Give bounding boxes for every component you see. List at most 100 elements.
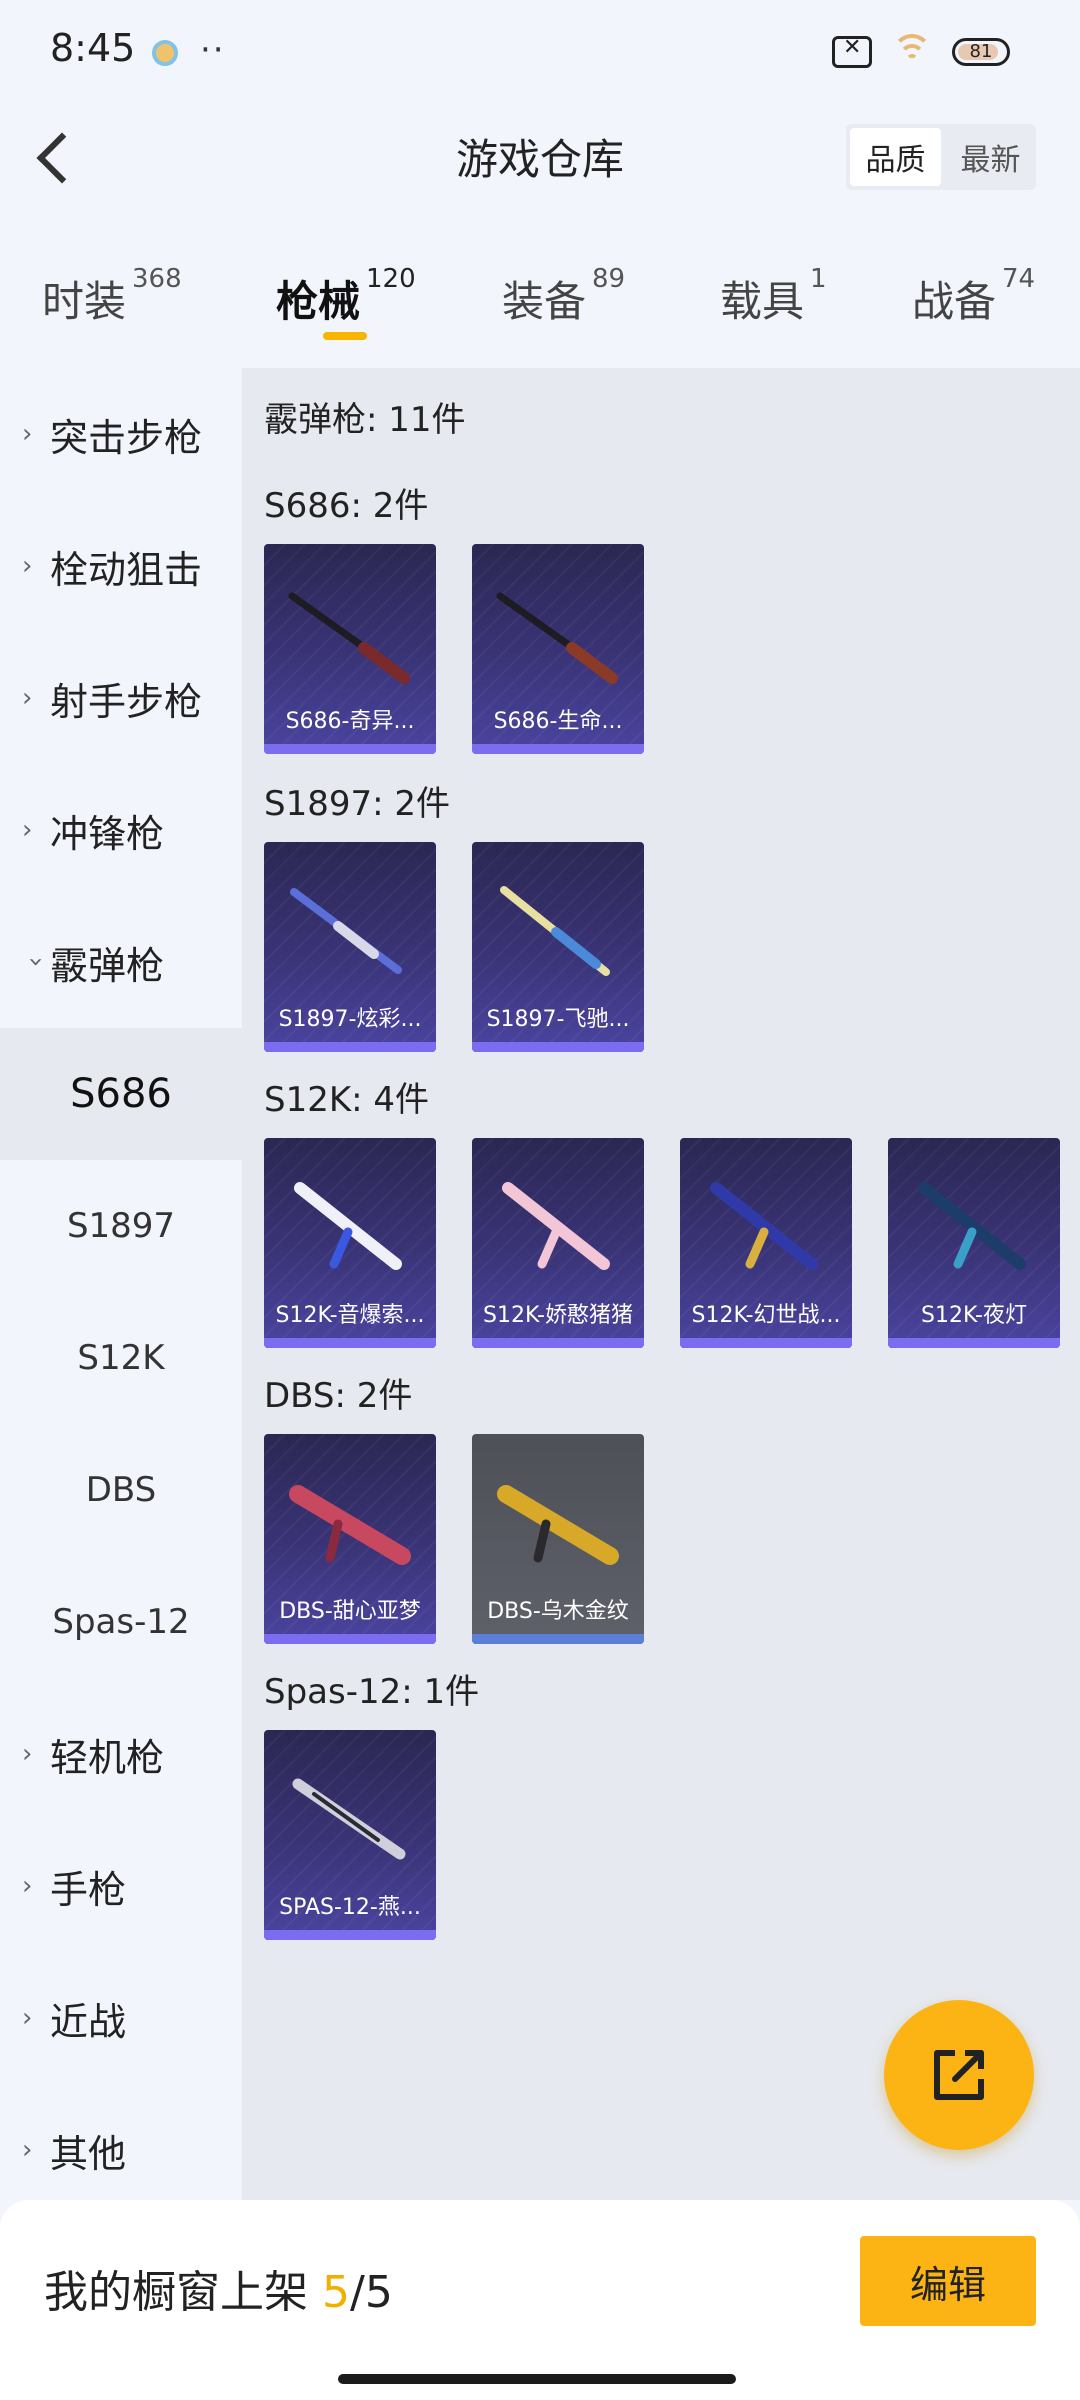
item-name: DBS-甜心亚梦 (279, 1599, 421, 1624)
tab-count: 1 (810, 264, 827, 294)
item-card[interactable]: DBS-甜心亚梦 (264, 1434, 436, 1644)
tab-vehicles[interactable]: 载具 1 (720, 264, 827, 329)
share-button[interactable] (884, 2000, 1034, 2150)
home-indicator[interactable] (338, 2374, 736, 2384)
tab-label: 装备 (502, 277, 587, 326)
shotgun-icon (502, 1182, 610, 1270)
group-title: S686: 2件 (264, 486, 429, 526)
item-name: S12K-音爆索... (275, 1303, 425, 1328)
header: 游戏仓库 品质 最新 (0, 100, 1080, 212)
sim-off-icon (832, 35, 872, 68)
category-title: 霰弹枪: 11件 (264, 400, 466, 440)
shotgun-icon (289, 1485, 411, 1565)
chevron-right-icon: › (22, 2135, 33, 2165)
tab-supplies[interactable]: 战备 74 (912, 264, 1035, 329)
item-card[interactable]: S12K-幻世战... (680, 1138, 852, 1348)
item-name: S12K-夜灯 (920, 1303, 1027, 1328)
shotgun-icon (288, 592, 410, 684)
tab-count: 74 (1002, 264, 1036, 294)
sidebar-sub-s686[interactable]: S686 (0, 1028, 242, 1160)
sort-quality-button[interactable]: 品质 (850, 128, 941, 186)
shotgun-icon (292, 1778, 406, 1860)
item-card[interactable]: DBS-乌木金纹 (472, 1434, 644, 1644)
sidebar-sub-s12k[interactable]: S12K (0, 1292, 242, 1424)
item-name: S686-生命... (493, 709, 623, 734)
sidebar-item-label: 突击步枪 (50, 415, 203, 460)
sidebar-sub-s1897[interactable]: S1897 (0, 1160, 242, 1292)
item-card[interactable]: S686-奇异... (264, 544, 436, 754)
sort-newest-button[interactable]: 最新 (945, 124, 1036, 190)
sidebar-item-pistol[interactable]: › 手枪 (0, 1820, 242, 1952)
sort-toggle: 品质 最新 (846, 124, 1036, 190)
sidebar-item-label: 其他 (50, 2131, 127, 2176)
category-tabs: 时装 368 枪械 120 装备 89 载具 1 战备 74 (0, 240, 1080, 350)
active-tab-indicator (323, 332, 367, 340)
item-name: S1897-飞驰... (486, 1007, 630, 1032)
sidebar-item-smg[interactable]: › 冲锋枪 (0, 764, 242, 896)
battery-level: 81 (969, 41, 993, 62)
showcase-count: 5 (322, 2267, 350, 2318)
shotgun-icon (918, 1182, 1026, 1270)
group-title: S1897: 2件 (264, 784, 451, 824)
external-link-icon (934, 2050, 984, 2100)
showcase-label: 我的橱窗上架 (44, 2267, 308, 2318)
tab-count: 120 (366, 264, 416, 294)
shotgun-icon (497, 1485, 619, 1565)
sidebar-item-label: 近战 (50, 1999, 127, 2044)
item-card[interactable]: S12K-音爆索... (264, 1138, 436, 1348)
shotgun-icon (500, 886, 610, 976)
group-title: Spas-12: 1件 (264, 1672, 480, 1712)
edit-button[interactable]: 编辑 (860, 2236, 1036, 2326)
item-card[interactable]: S12K-娇憨猪猪 (472, 1138, 644, 1348)
item-card[interactable]: SPAS-12-燕... (264, 1730, 436, 1940)
sidebar: › 突击步枪 › 栓动狙击 › 射手步枪 › 冲锋枪 › 霰弹枪 S686 S1897 S… (0, 368, 242, 2200)
chevron-right-icon: › (22, 1871, 33, 1901)
tab-label: 时装 (42, 277, 127, 326)
item-card[interactable]: S686-生命... (472, 544, 644, 754)
tab-equipment[interactable]: 装备 89 (502, 264, 625, 329)
chevron-right-icon: › (22, 815, 33, 845)
more-notifications-icon: ·· (200, 30, 226, 70)
chevron-right-icon: › (22, 1739, 33, 1769)
tab-guns[interactable]: 枪械 120 (276, 264, 416, 329)
item-card[interactable]: S1897-炫彩... (264, 842, 436, 1052)
status-time: 8:45 (50, 26, 136, 70)
sidebar-item-label: 霰弹枪 (50, 943, 165, 988)
item-content: 霰弹枪: 11件 S686: 2件 S686-奇异... S686-生命... … (242, 368, 1080, 2200)
tab-count: 368 (132, 264, 182, 294)
chevron-right-icon: › (22, 419, 33, 449)
chevron-down-icon: › (21, 956, 51, 968)
chevron-right-icon: › (22, 2003, 33, 2033)
battery-icon: 81 (952, 38, 1010, 66)
sidebar-sub-dbs[interactable]: DBS (0, 1424, 242, 1556)
tab-label: 载具 (720, 277, 805, 326)
item-name: S686-奇异... (285, 709, 415, 734)
sidebar-item-shotgun[interactable]: › 霰弹枪 (0, 896, 242, 1028)
sidebar-item-melee[interactable]: › 近战 (0, 1952, 242, 2084)
item-name: SPAS-12-燕... (279, 1895, 421, 1920)
sidebar-item-marksman-rifle[interactable]: › 射手步枪 (0, 632, 242, 764)
group-title: S12K: 4件 (264, 1080, 430, 1120)
sidebar-item-bolt-sniper[interactable]: › 栓动狙击 (0, 500, 242, 632)
item-card[interactable]: S12K-夜灯 (888, 1138, 1060, 1348)
item-card[interactable]: S1897-飞驰... (472, 842, 644, 1052)
showcase-total: /5 (350, 2267, 393, 2318)
showcase-status: 我的橱窗上架 5/5 (44, 2256, 393, 2320)
sidebar-item-label: 手枪 (50, 1867, 127, 1912)
chevron-right-icon: › (22, 683, 33, 713)
status-bar: 8:45 ·· 81 (0, 0, 1080, 100)
sidebar-sub-spas12[interactable]: Spas-12 (0, 1556, 242, 1688)
tab-fashion[interactable]: 时装 368 (42, 264, 182, 329)
app-notification-icon (152, 40, 178, 66)
item-name: S12K-娇憨猪猪 (482, 1303, 633, 1328)
sidebar-item-label: 栓动狙击 (50, 547, 203, 592)
shotgun-icon (496, 592, 618, 684)
sidebar-item-assault-rifle[interactable]: › 突击步枪 (0, 368, 242, 500)
sidebar-item-lmg[interactable]: › 轻机枪 (0, 1688, 242, 1820)
item-name: DBS-乌木金纹 (487, 1599, 629, 1624)
chevron-right-icon: › (22, 551, 33, 581)
bottom-bar: 我的橱窗上架 5/5 编辑 (0, 2200, 1080, 2400)
sidebar-item-label: 冲锋枪 (50, 811, 165, 856)
shotgun-icon (710, 1182, 818, 1270)
sidebar-item-other[interactable]: › 其他 (0, 2084, 242, 2216)
